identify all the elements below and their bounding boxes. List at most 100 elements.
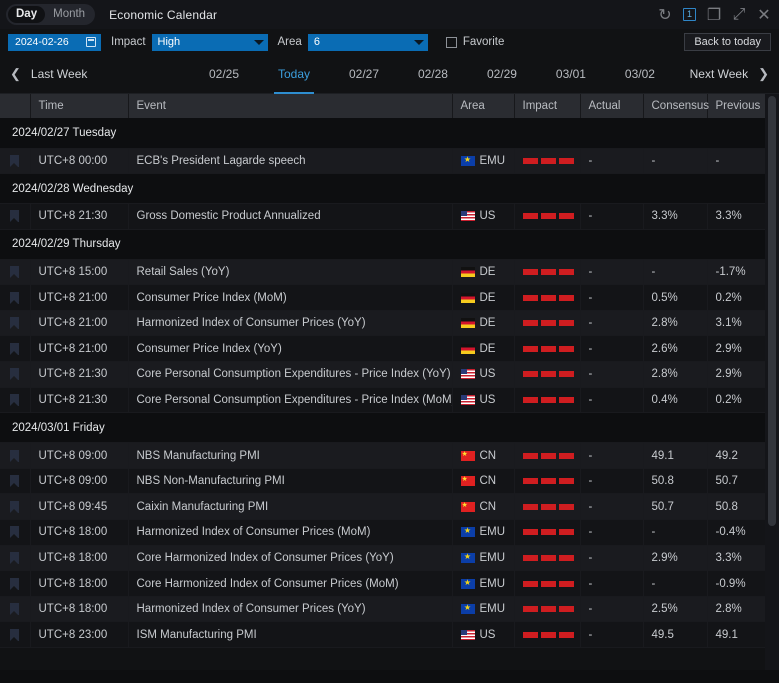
flag-icon-emu <box>461 527 475 537</box>
bookmark-cell[interactable] <box>0 148 30 174</box>
bookmark-icon[interactable] <box>10 501 19 513</box>
bookmark-cell[interactable] <box>0 571 30 597</box>
day-tab-0302[interactable]: 03/02 <box>621 55 659 94</box>
column-header-area[interactable]: Area <box>452 94 514 118</box>
table-row[interactable]: UTC+8 18:00Core Harmonized Index of Cons… <box>0 545 765 571</box>
restore-window-icon[interactable]: ❐ <box>707 8 721 22</box>
bookmark-icon[interactable] <box>10 450 19 462</box>
next-week-button[interactable]: Next Week ❯ <box>690 66 769 82</box>
bookmark-cell[interactable] <box>0 468 30 494</box>
day-tab-0225[interactable]: 02/25 <box>205 55 243 94</box>
day-tab-0229[interactable]: 02/29 <box>483 55 521 94</box>
bookmark-cell[interactable] <box>0 596 30 622</box>
mode-tab-day[interactable]: Day <box>8 6 45 23</box>
bookmark-cell[interactable] <box>0 494 30 520</box>
column-header-bookmark[interactable] <box>0 94 30 118</box>
cell-consensus: 3.3% <box>643 204 707 230</box>
bookmark-icon[interactable] <box>10 629 19 641</box>
page-count-badge[interactable]: 1 <box>683 8 696 21</box>
area-select[interactable]: 6 <box>308 34 428 51</box>
cell-impact <box>514 622 580 648</box>
table-row[interactable]: UTC+8 21:00Consumer Price Index (MoM)DE-… <box>0 285 765 311</box>
table-row[interactable]: UTC+8 09:45Caixin Manufacturing PMICN-50… <box>0 494 765 520</box>
cell-consensus: 0.4% <box>643 387 707 413</box>
area-code: CN <box>480 450 497 462</box>
table-row[interactable]: UTC+8 23:00ISM Manufacturing PMIUS-49.54… <box>0 622 765 648</box>
bookmark-icon[interactable] <box>10 552 19 564</box>
expand-icon[interactable]: ⤢ <box>732 8 746 22</box>
prev-week-button[interactable]: ❮ Last Week <box>10 66 87 82</box>
column-header-time[interactable]: Time <box>30 94 128 118</box>
column-header-previous[interactable]: Previous <box>707 94 765 118</box>
day-tab-0228[interactable]: 02/28 <box>414 55 452 94</box>
impact-bar <box>523 555 538 561</box>
bookmark-icon[interactable] <box>10 317 19 329</box>
bookmark-icon[interactable] <box>10 155 19 167</box>
column-header-consensus[interactable]: Consensus <box>643 94 707 118</box>
table-row[interactable]: UTC+8 21:30Gross Domestic Product Annual… <box>0 204 765 230</box>
bookmark-icon[interactable] <box>10 292 19 304</box>
column-header-actual[interactable]: Actual <box>580 94 643 118</box>
bookmark-icon[interactable] <box>10 578 19 590</box>
table-row[interactable]: UTC+8 09:00NBS Manufacturing PMICN-49.14… <box>0 443 765 469</box>
day-tab-0227[interactable]: 02/27 <box>345 55 383 94</box>
refresh-icon[interactable]: ↻ <box>658 8 672 22</box>
impact-bar <box>541 371 556 377</box>
bookmark-cell[interactable] <box>0 336 30 362</box>
vertical-scrollbar[interactable] <box>765 94 779 670</box>
bookmark-icon[interactable] <box>10 603 19 615</box>
bookmark-cell[interactable] <box>0 204 30 230</box>
bookmark-cell[interactable] <box>0 259 30 285</box>
mode-tab-month[interactable]: Month <box>45 6 93 23</box>
bookmark-icon[interactable] <box>10 526 19 538</box>
cell-consensus: 2.8% <box>643 362 707 388</box>
calendar-icon[interactable] <box>86 37 96 47</box>
view-mode-switch[interactable]: Day Month <box>6 4 95 25</box>
back-to-today-button[interactable]: Back to today <box>684 33 771 51</box>
window-controls: ↻ 1 ❐ ⤢ ✕ <box>658 0 771 29</box>
bookmark-cell[interactable] <box>0 362 30 388</box>
bookmark-icon[interactable] <box>10 343 19 355</box>
bookmark-icon[interactable] <box>10 368 19 380</box>
bookmark-cell[interactable] <box>0 622 30 648</box>
impact-bar <box>541 632 556 638</box>
column-header-event[interactable]: Event <box>128 94 452 118</box>
table-row[interactable]: UTC+8 21:00Harmonized Index of Consumer … <box>0 310 765 336</box>
table-row[interactable]: UTC+8 15:00Retail Sales (YoY)DE---1.7% <box>0 259 765 285</box>
bookmark-icon[interactable] <box>10 475 19 487</box>
table-row[interactable]: UTC+8 21:00Consumer Price Index (YoY)DE-… <box>0 336 765 362</box>
calendar-table-container: Time Event Area Impact Actual Consensus … <box>0 94 779 670</box>
cell-previous: 3.3% <box>707 204 765 230</box>
bookmark-cell[interactable] <box>0 285 30 311</box>
cell-time: UTC+8 23:00 <box>30 622 128 648</box>
bookmark-cell[interactable] <box>0 545 30 571</box>
cell-time: UTC+8 21:00 <box>30 336 128 362</box>
bookmark-icon[interactable] <box>10 266 19 278</box>
column-header-impact[interactable]: Impact <box>514 94 580 118</box>
impact-rating <box>523 494 580 519</box>
bookmark-icon[interactable] <box>10 394 19 406</box>
day-tab-today[interactable]: Today <box>274 55 314 94</box>
date-input[interactable]: 2024-02-26 <box>8 34 101 51</box>
table-row[interactable]: UTC+8 09:00NBS Non-Manufacturing PMICN-5… <box>0 468 765 494</box>
table-row[interactable]: UTC+8 21:30Core Personal Consumption Exp… <box>0 362 765 388</box>
impact-select[interactable]: High <box>152 34 268 51</box>
table-row[interactable]: UTC+8 00:00ECB's President Lagarde speec… <box>0 148 765 174</box>
bookmark-cell[interactable] <box>0 387 30 413</box>
favorite-filter[interactable]: Favorite <box>446 36 505 48</box>
bookmark-cell[interactable] <box>0 310 30 336</box>
scrollbar-thumb[interactable] <box>768 96 776 526</box>
table-row[interactable]: UTC+8 18:00Core Harmonized Index of Cons… <box>0 571 765 597</box>
favorite-checkbox[interactable] <box>446 37 457 48</box>
impact-bar <box>523 213 538 219</box>
bookmark-cell[interactable] <box>0 443 30 469</box>
table-row[interactable]: UTC+8 21:30Core Personal Consumption Exp… <box>0 387 765 413</box>
impact-bar <box>559 632 574 638</box>
close-icon[interactable]: ✕ <box>757 8 771 22</box>
table-row[interactable]: UTC+8 18:00Harmonized Index of Consumer … <box>0 520 765 546</box>
bookmark-icon[interactable] <box>10 210 19 222</box>
table-row[interactable]: UTC+8 18:00Harmonized Index of Consumer … <box>0 596 765 622</box>
day-tab-0301[interactable]: 03/01 <box>552 55 590 94</box>
bookmark-cell[interactable] <box>0 520 30 546</box>
cell-previous: 0.2% <box>707 387 765 413</box>
